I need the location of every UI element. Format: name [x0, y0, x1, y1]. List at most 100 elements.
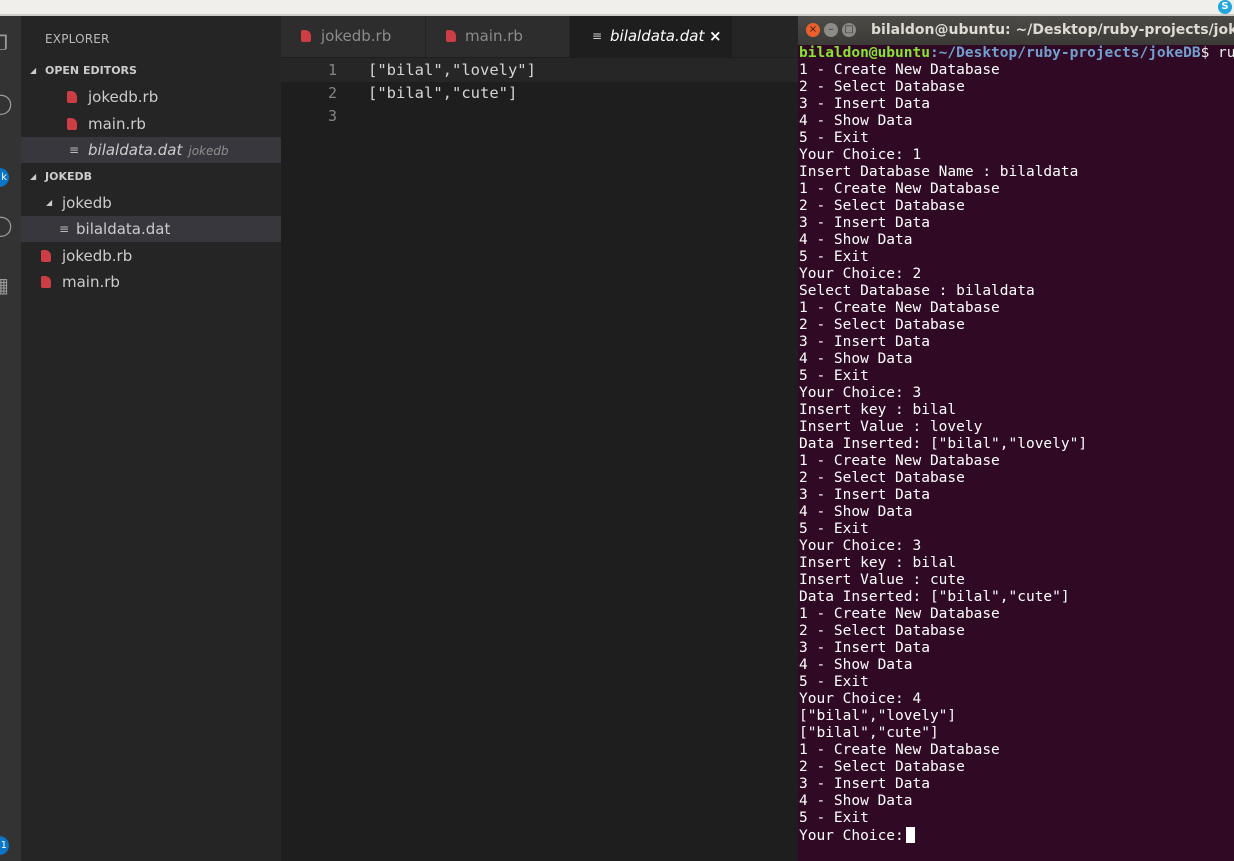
debug-icon[interactable]: ◯	[0, 214, 12, 236]
terminal-line: 1 - Create New Database	[799, 181, 1000, 197]
file-jokedb-rb[interactable]: jokedb.rb	[21, 243, 281, 269]
terminal-output: 1 - Create New Database 2 - Select Databa…	[799, 62, 1087, 844]
skype-tray-icon[interactable]: S	[1218, 0, 1232, 14]
current-line-highlight	[281, 58, 798, 82]
terminal-line: Your Choice: 2	[799, 266, 922, 282]
terminal-line: 5 - Exit	[799, 521, 869, 537]
terminal-line: 2 - Select Database	[799, 759, 965, 775]
terminal-line: Your Choice: 3	[799, 538, 922, 554]
terminal-line: 2 - Select Database	[799, 317, 965, 333]
folder-expanded-icon: ◢	[46, 198, 53, 207]
code-editor[interactable]: 1 ["bilal","lovely"] 2 ["bilal","cute"] …	[281, 57, 798, 861]
terminal-line: 4 - Show Data	[799, 793, 913, 809]
terminal-line: 1 - Create New Database	[799, 453, 1000, 469]
terminal-line: 3 - Insert Data	[799, 776, 930, 792]
terminal-window-title: bilaldon@ubuntu: ~/Desktop/ruby-projects…	[871, 22, 1234, 38]
terminal-line: 1 - Create New Database	[799, 742, 1000, 758]
tab-jokedb-rb[interactable]: jokedb.rb	[281, 16, 425, 57]
collapse-triangle-icon: ◢	[30, 172, 37, 181]
jokedb-section-header[interactable]: ◢ JOKEDB	[21, 166, 281, 188]
terminal-line: Insert Value : cute	[799, 572, 965, 588]
search-icon[interactable]: ◯	[0, 92, 12, 114]
terminal-line: 4 - Show Data	[799, 504, 913, 520]
terminal-line: 5 - Exit	[799, 674, 869, 690]
open-editor-item[interactable]: main.rb	[21, 111, 281, 137]
terminal-line: 1 - Create New Database	[799, 62, 1000, 78]
terminal-input-line[interactable]: Your Choice:	[799, 827, 1087, 844]
terminal-line: 3 - Insert Data	[799, 334, 930, 350]
terminal-line: Select Database : bilaldata	[799, 283, 1035, 299]
shell-prompt: bilaldon@ubuntu:~/Desktop/ruby-projects/…	[799, 45, 1234, 62]
ruby-file-icon	[41, 276, 51, 288]
terminal-line: 2 - Select Database	[799, 623, 965, 639]
explorer-title: EXPLORER	[45, 32, 110, 46]
notification-badge: k	[0, 168, 9, 187]
line-number: 2	[327, 84, 337, 102]
terminal-body[interactable]: bilaldon@ubuntu:~/Desktop/ruby-projects/…	[798, 45, 1234, 861]
files-icon[interactable]: ❐	[0, 32, 12, 54]
ruby-file-icon	[67, 91, 77, 103]
terminal-line: 4 - Show Data	[799, 232, 913, 248]
system-top-bar: S	[0, 0, 1234, 16]
file-bilaldata[interactable]: ≡ bilaldata.dat	[21, 216, 281, 242]
terminal-line: 4 - Show Data	[799, 657, 913, 673]
code-line[interactable]: ["bilal","lovely"]	[368, 58, 536, 82]
input-prompt: Your Choice:	[799, 828, 904, 844]
terminal-line: 3 - Insert Data	[799, 215, 930, 231]
file-lines-icon: ≡	[592, 29, 603, 43]
open-editor-filename: bilaldata.dat	[88, 141, 183, 159]
terminal-line: 1 - Create New Database	[799, 606, 1000, 622]
window-minimize-icon[interactable]: –	[824, 23, 838, 37]
terminal-line: Insert Database Name : bilaldata	[799, 164, 1079, 180]
prompt-user: bilaldon@ubuntu	[799, 45, 930, 61]
close-tab-icon[interactable]: ×	[709, 16, 722, 57]
extensions-icon[interactable]: ▦	[0, 274, 12, 296]
terminal-line: 1 - Create New Database	[799, 300, 1000, 316]
file-lines-icon: ≡	[59, 222, 70, 236]
open-editor-item[interactable]: jokedb.rb	[21, 84, 281, 110]
window-maximize-icon[interactable]: □	[842, 23, 856, 37]
file-main-rb[interactable]: main.rb	[21, 269, 281, 295]
terminal-line: 5 - Exit	[799, 368, 869, 384]
terminal-line: Your Choice: 1	[799, 147, 922, 163]
terminal-line: 3 - Insert Data	[799, 96, 930, 112]
open-editors-header[interactable]: ◢ OPEN EDITORS	[21, 60, 281, 82]
terminal-line: Data Inserted: ["bilal","lovely"]	[799, 436, 1088, 452]
ruby-icon	[301, 30, 311, 42]
open-editor-item-active[interactable]: ≡ bilaldata.dat jokedb	[21, 137, 281, 163]
prompt-path: :~/Desktop/ruby-projects/jokeDB	[929, 45, 1201, 61]
terminal-line: Insert key : bilal	[799, 555, 957, 571]
terminal-line: 3 - Insert Data	[799, 640, 930, 656]
code-line[interactable]: ["bilal","cute"]	[368, 81, 517, 105]
terminal-line: 5 - Exit	[799, 249, 869, 265]
terminal-line: 2 - Select Database	[799, 79, 965, 95]
editor-tab-bar: jokedb.rb main.rb ≡ bilaldata.dat ×	[281, 16, 798, 57]
terminal-line: 3 - Insert Data	[799, 487, 930, 503]
folder-jokedb[interactable]: ◢ jokedb	[21, 190, 281, 216]
tab-main-rb[interactable]: main.rb	[426, 16, 569, 57]
prompt-command: $ ruby main.rb	[1200, 45, 1234, 61]
window-close-icon[interactable]: ×	[806, 23, 820, 37]
terminal-line: 2 - Select Database	[799, 470, 965, 486]
ruby-file-icon	[41, 250, 51, 262]
terminal-line: Data Inserted: ["bilal","cute"]	[799, 589, 1070, 605]
ruby-icon	[446, 30, 456, 42]
terminal-line: 2 - Select Database	[799, 198, 965, 214]
terminal-cursor	[905, 827, 915, 843]
explorer-sidebar: EXPLORER ◢ OPEN EDITORS jokedb.rb main.r…	[21, 16, 281, 861]
line-number: 3	[327, 107, 337, 125]
line-number: 1	[327, 61, 337, 79]
terminal-line: ["bilal","lovely"]	[799, 708, 957, 724]
file-lines-icon: ≡	[69, 143, 80, 157]
open-editor-folder: jokedb	[188, 144, 229, 158]
terminal-line: 5 - Exit	[799, 130, 869, 146]
terminal-line: Insert key : bilal	[799, 402, 957, 418]
status-badge: 1	[0, 836, 9, 855]
ruby-file-icon	[67, 118, 77, 130]
terminal-line: 5 - Exit	[799, 810, 869, 826]
collapse-triangle-icon: ◢	[30, 66, 37, 75]
terminal-line: 4 - Show Data	[799, 351, 913, 367]
tab-bilaldata-dat[interactable]: ≡ bilaldata.dat ×	[570, 16, 732, 57]
terminal-title-bar[interactable]: × – □ bilaldon@ubuntu: ~/Desktop/ruby-pr…	[798, 16, 1234, 45]
source-control-icon[interactable]: ⑂	[0, 144, 12, 166]
